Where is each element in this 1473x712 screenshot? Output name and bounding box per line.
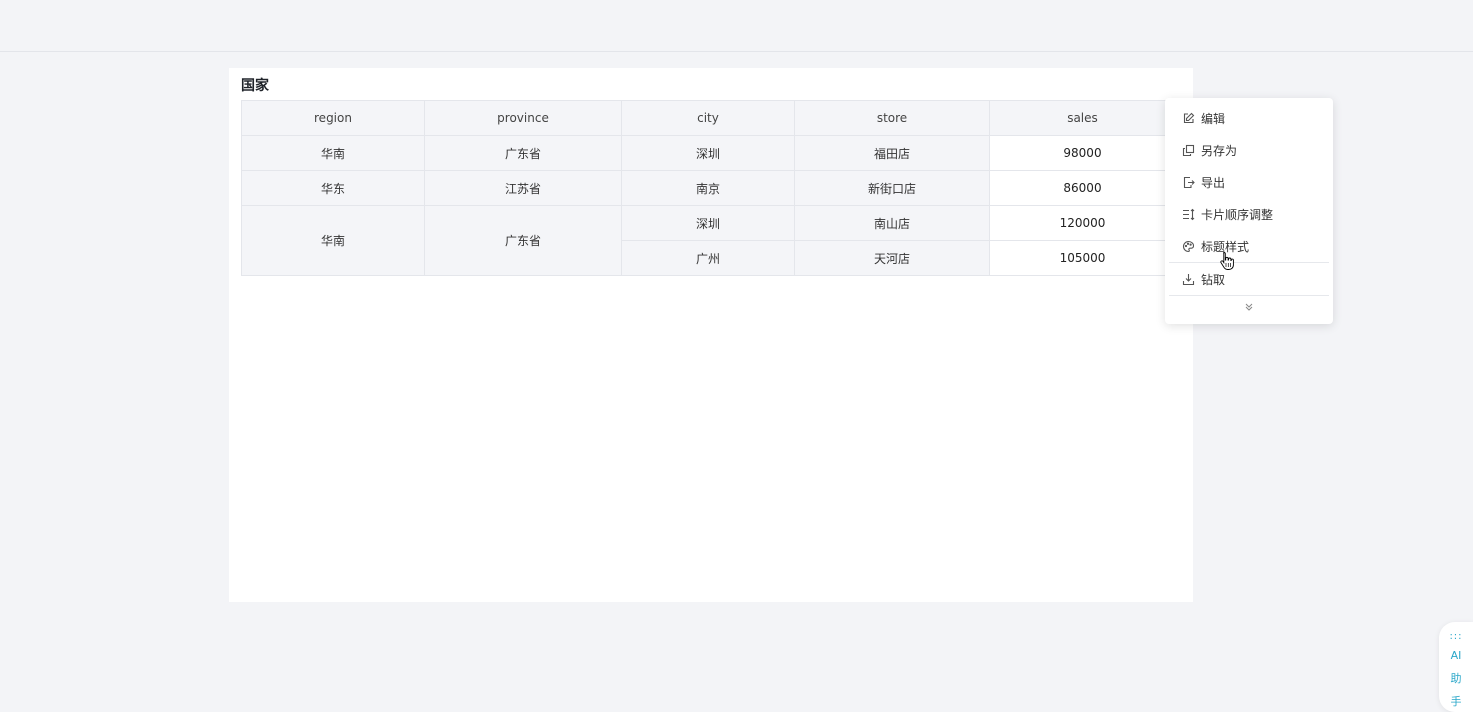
card-title: 国家 [241,78,269,94]
table-row: 华东 江苏省 南京 新街口店 86000 [241,170,1176,206]
menu-item-save-as[interactable]: 另存为 [1165,134,1333,166]
cell-province: 江苏省 [424,170,622,206]
ai-tab-label: 助 [1450,672,1462,685]
cell-sales: 98000 [989,135,1176,171]
menu-item-label: 导出 [1201,175,1226,190]
header-region[interactable]: region [241,100,425,136]
edit-icon [1182,112,1195,125]
cell-region: 华南 [241,205,425,276]
cell-sales: 120000 [989,205,1176,241]
menu-item-export[interactable]: 导出 [1165,166,1333,198]
cell-store: 新街口店 [794,170,990,206]
drill-icon [1182,273,1195,286]
cell-city: 深圳 [621,205,795,241]
sort-icon [1182,208,1195,221]
palette-icon [1182,240,1195,253]
menu-item-title-style[interactable]: 标题样式 [1165,230,1333,262]
copy-icon [1182,144,1195,157]
hand-pointer-cursor-icon [1219,251,1235,271]
menu-item-label: 卡片顺序调整 [1201,207,1274,222]
cell-store: 南山店 [794,205,990,241]
cell-province: 广东省 [424,205,622,276]
ai-tab-label: 手 [1450,695,1462,708]
cell-store: 福田店 [794,135,990,171]
menu-item-drill[interactable]: 钻取 [1165,263,1333,295]
menu-item-edit[interactable]: 编辑 [1165,102,1333,134]
ai-assistant-tab[interactable]: ::: AI 助 手 [1439,622,1473,712]
top-bar [0,0,1473,52]
grip-dots-icon: ::: [1449,631,1463,642]
header-province[interactable]: province [424,100,622,136]
table-card: 国家 region province city store sales 华南 广… [229,68,1193,602]
card-context-menu: 编辑 另存为 导出 卡片顺序调整 标题样式 钻取 [1165,98,1333,324]
menu-more-button[interactable] [1165,300,1333,316]
cell-sales: 105000 [989,240,1176,276]
table-row: 华南 广东省 深圳 南山店 120000 [241,205,1176,276]
header-city[interactable]: city [621,100,795,136]
cell-city: 深圳 [621,135,795,171]
cell-province: 广东省 [424,135,622,171]
cell-city: 南京 [621,170,795,206]
menu-item-label: 钻取 [1201,272,1226,287]
menu-item-label: 另存为 [1201,143,1238,158]
cell-city: 广州 [621,240,795,276]
table-row: 华南 广东省 深圳 福田店 98000 [241,135,1176,171]
export-icon [1182,176,1195,189]
menu-item-label: 编辑 [1201,111,1226,126]
cell-region: 华南 [241,135,425,171]
ai-tab-label: AI [1450,649,1462,662]
cell-sales: 86000 [989,170,1176,206]
menu-item-card-order[interactable]: 卡片顺序调整 [1165,198,1333,230]
header-sales[interactable]: sales [989,100,1176,136]
pivot-table: region province city store sales 华南 广东省 … [241,100,1176,276]
double-chevron-down-icon [1244,301,1254,315]
menu-divider [1169,295,1329,296]
cell-store: 天河店 [794,240,990,276]
table-header-row: region province city store sales [241,100,1176,136]
header-store[interactable]: store [794,100,990,136]
cell-region: 华东 [241,170,425,206]
